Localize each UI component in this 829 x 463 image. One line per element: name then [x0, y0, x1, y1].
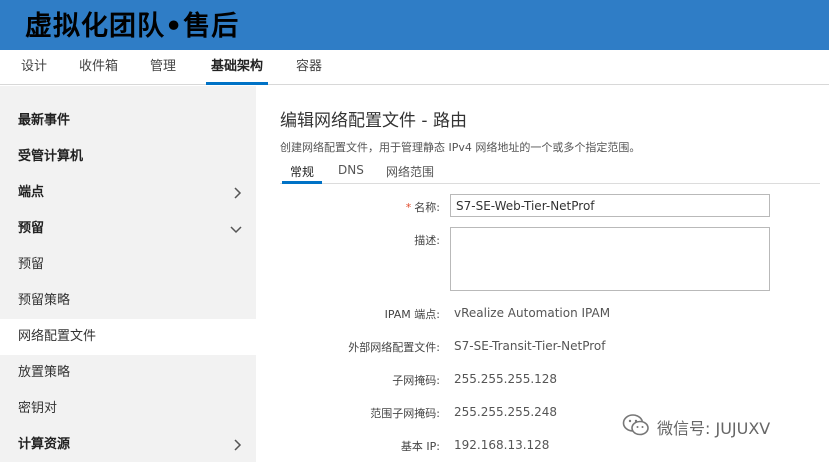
subnet-mask-value: 255.255.255.128	[454, 372, 558, 386]
name-label-text: 名称:	[414, 201, 440, 214]
ipam-endpoint-value: vRealize Automation IPAM	[454, 306, 611, 320]
sidebar-item-endpoints[interactable]: 端点	[0, 175, 256, 211]
tab-administration[interactable]: 管理	[150, 50, 176, 85]
wechat-watermark: 微信号: JUJUXV	[622, 413, 770, 441]
tab-containers[interactable]: 容器	[296, 50, 322, 85]
sidebar-item-label: 网络配置文件	[18, 329, 97, 344]
sidebar-item-network-profiles[interactable]: 网络配置文件	[0, 319, 256, 355]
sidebar-item-label: 端点	[18, 185, 45, 200]
description-label: 描述:	[414, 234, 440, 247]
sidebar-item-label: 密钥对	[18, 401, 58, 416]
subtab-general-label: 常规	[290, 165, 315, 179]
description-textarea[interactable]	[450, 227, 770, 291]
watermark-text: 微信号: JUJUXV	[657, 419, 771, 438]
active-tab-indicator	[206, 82, 268, 85]
active-subtab-indicator	[282, 181, 323, 184]
main-content: 编辑网络配置文件 - 路由 创建网络配置文件，用于管理静态 IPv4 网络地址的…	[256, 86, 829, 462]
sidebar-item-compute-resources[interactable]: 计算资源	[0, 427, 256, 463]
sidebar-item-label: 计算资源	[18, 437, 71, 452]
tab-infrastructure[interactable]: 基础架构	[206, 50, 268, 85]
chevron-right-icon	[232, 175, 242, 211]
range-subnet-mask-label: 范围子网掩码:	[370, 407, 440, 420]
sidebar: 最新事件 受管计算机 端点 预留 预留 预留策略 网络配置文件 放置策略 密钥对…	[0, 86, 256, 462]
name-input[interactable]	[450, 194, 770, 217]
subtab-dns[interactable]: DNS	[338, 163, 364, 177]
subtab-network-ranges[interactable]: 网络范围	[386, 163, 434, 180]
sidebar-item-key-pairs[interactable]: 密钥对	[0, 391, 256, 427]
range-subnet-mask-value: 255.255.255.248	[454, 405, 558, 419]
page-title: 编辑网络配置文件 - 路由	[280, 111, 467, 131]
subnet-mask-label: 子网掩码:	[392, 374, 440, 387]
sidebar-item-label: 放置策略	[18, 365, 71, 380]
ipam-endpoint-label: IPAM 端点:	[384, 308, 440, 321]
external-profile-value: S7-SE-Transit-Tier-NetProf	[454, 339, 606, 353]
sidebar-item-label: 预留	[18, 257, 45, 272]
sidebar-item-recent-events[interactable]: 最新事件	[0, 103, 256, 139]
tab-design[interactable]: 设计	[21, 50, 47, 85]
sidebar-item-label: 预留策略	[18, 293, 71, 308]
subtab-bar: 常规 DNS 网络范围	[280, 162, 820, 184]
sidebar-item-reservations-group[interactable]: 预留	[0, 211, 256, 247]
sidebar-item-label: 受管计算机	[18, 149, 84, 164]
name-label: * 名称:	[406, 199, 440, 215]
external-profile-label: 外部网络配置文件:	[348, 341, 440, 354]
sidebar-item-label: 最新事件	[18, 113, 71, 128]
sidebar-item-reservations[interactable]: 预留	[0, 247, 256, 283]
required-marker: *	[405, 201, 412, 214]
sidebar-item-placement-policies[interactable]: 放置策略	[0, 355, 256, 391]
app-banner: 虚拟化团队•售后	[0, 0, 829, 50]
tab-infrastructure-label: 基础架构	[210, 59, 263, 74]
subtab-general[interactable]: 常规	[282, 163, 323, 184]
tab-inbox[interactable]: 收件箱	[79, 50, 118, 85]
sidebar-item-label: 预留	[18, 221, 45, 236]
top-navigation: 设计 收件箱 管理 基础架构 容器	[0, 50, 829, 85]
chevron-down-icon	[230, 211, 242, 247]
sidebar-item-managed-machines[interactable]: 受管计算机	[0, 139, 256, 175]
sidebar-item-reservation-policies[interactable]: 预留策略	[0, 283, 256, 319]
wechat-icon	[622, 413, 657, 441]
base-ip-value: 192.168.13.128	[454, 438, 550, 452]
page-description: 创建网络配置文件，用于管理静态 IPv4 网络地址的一个或多个指定范围。	[280, 141, 641, 154]
banner-title: 虚拟化团队•售后	[25, 11, 240, 42]
base-ip-label: 基本 IP:	[400, 440, 440, 453]
chevron-right-icon	[232, 427, 242, 463]
